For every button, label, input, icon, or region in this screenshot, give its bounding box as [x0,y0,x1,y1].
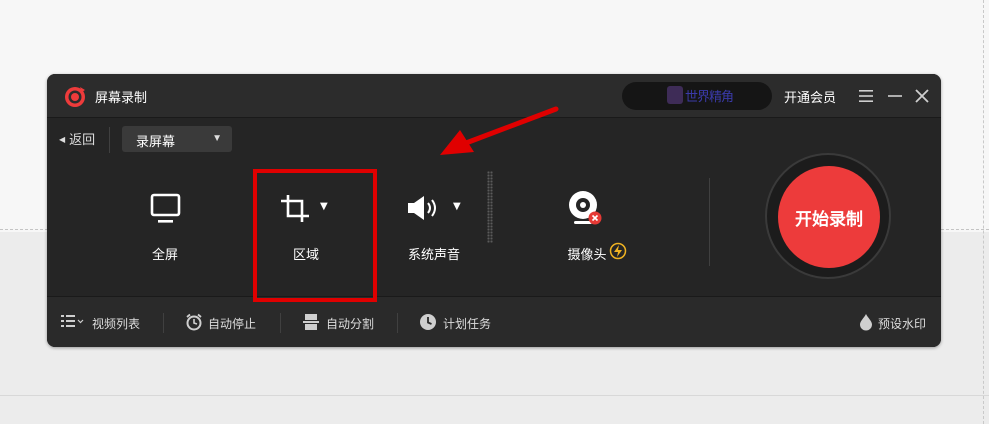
auto-stop-label: 自动停止 [208,317,257,331]
watermark-label: 预设水印 [878,317,927,331]
drag-handle[interactable] [487,171,493,243]
back-arrow-icon: ◀ [59,135,66,144]
user-name[interactable]: 世界精角 [685,86,734,105]
divider [709,178,710,266]
close-icon[interactable] [913,87,931,105]
alarm-clock-icon [186,313,202,331]
mode-select-value: 录屏幕 [136,134,176,149]
system-audio-source-button[interactable]: ▼ 系统声音 [402,192,472,262]
divider [280,313,281,333]
minimize-icon[interactable] [886,87,904,105]
fullscreen-source-button[interactable]: 全屏 [135,192,195,262]
droplet-icon [860,314,872,331]
divider [163,313,164,333]
fullscreen-label: 全屏 [151,247,178,262]
video-list-label: 视频列表 [92,317,141,331]
mode-select[interactable]: 录屏幕 ▼ [122,126,232,152]
split-icon [303,314,319,330]
caret-down-icon: ▼ [212,133,222,144]
webcam-icon [569,191,602,225]
divider [397,313,398,333]
back-button[interactable]: ◀ 返回 [59,129,95,148]
page-dashed-guide-vertical [983,0,984,424]
camera-source-button[interactable]: 摄像头 [555,188,635,262]
list-icon [61,315,84,327]
vip-link[interactable]: ∨ 开通会员 [768,87,836,106]
vip-label: 开通会员 [784,90,837,105]
caret-down-icon: ▼ [453,201,461,212]
menu-icon[interactable] [857,87,875,105]
divider [109,127,110,153]
logo-icon [65,87,85,107]
system-audio-label: 系统声音 [407,247,460,262]
start-recording-button[interactable]: 开始录制 [778,166,880,268]
page-divider [0,395,989,396]
annotation-highlight-box [253,169,377,302]
monitor-icon [150,193,181,223]
arrow-annotation [440,106,559,155]
speaker-icon [408,196,436,220]
app-title: 屏幕录制 [95,90,148,105]
lightning-icon [609,242,627,260]
bottom-bar: 视频列表 自动停止 自动分割 计划任务 预设水印 [47,296,941,347]
scheduled-task-label: 计划任务 [443,317,492,331]
clock-icon [420,314,436,330]
back-label: 返回 [69,132,96,147]
avatar[interactable] [667,86,683,104]
auto-split-label: 自动分割 [326,317,375,331]
